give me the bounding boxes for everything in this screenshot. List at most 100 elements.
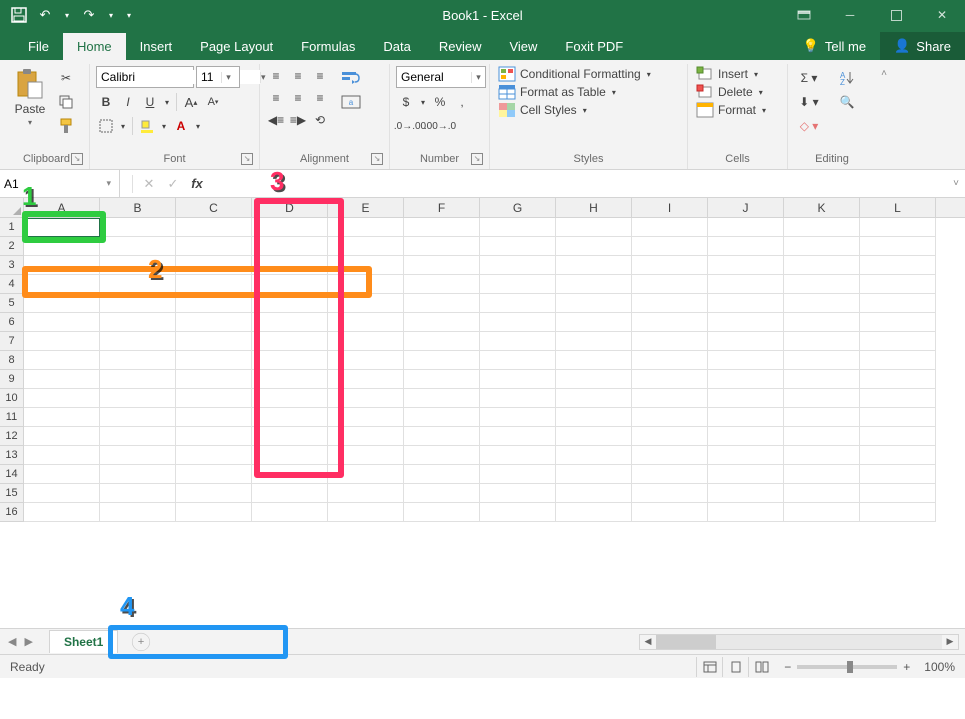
cell[interactable]	[24, 408, 100, 427]
cell[interactable]	[784, 503, 860, 522]
cell[interactable]	[328, 332, 404, 351]
cell[interactable]	[100, 389, 176, 408]
cell[interactable]	[480, 446, 556, 465]
cell[interactable]	[328, 218, 404, 237]
align-left-icon[interactable]: ≡	[266, 88, 286, 108]
cell[interactable]	[404, 237, 480, 256]
cell[interactable]	[404, 370, 480, 389]
alignment-dialog-icon[interactable]	[371, 153, 383, 165]
cell[interactable]	[860, 389, 936, 408]
cell[interactable]	[404, 351, 480, 370]
cell[interactable]	[176, 275, 252, 294]
cell[interactable]	[100, 237, 176, 256]
column-header[interactable]: L	[860, 198, 936, 217]
cell[interactable]	[860, 294, 936, 313]
cell[interactable]	[176, 408, 252, 427]
cell[interactable]	[708, 294, 784, 313]
tab-data[interactable]: Data	[369, 33, 424, 60]
cell[interactable]	[328, 370, 404, 389]
copy-icon[interactable]	[56, 92, 76, 112]
cell[interactable]	[252, 408, 328, 427]
cell[interactable]	[252, 370, 328, 389]
cell[interactable]	[480, 484, 556, 503]
maximize-icon[interactable]	[873, 0, 919, 30]
zoom-out-icon[interactable]: −	[784, 660, 791, 674]
align-top-icon[interactable]: ≡	[266, 66, 286, 86]
cell[interactable]	[176, 237, 252, 256]
cell[interactable]	[24, 275, 100, 294]
cell[interactable]	[632, 484, 708, 503]
cell[interactable]	[480, 503, 556, 522]
align-right-icon[interactable]: ≡	[310, 88, 330, 108]
cell[interactable]	[860, 237, 936, 256]
expand-formula-bar-icon[interactable]: ˅	[947, 178, 965, 189]
cell[interactable]	[24, 218, 100, 237]
cell[interactable]	[708, 237, 784, 256]
cell[interactable]	[632, 256, 708, 275]
tell-me[interactable]: 💡Tell me	[789, 32, 880, 60]
cell[interactable]	[404, 484, 480, 503]
cell[interactable]	[556, 503, 632, 522]
cell[interactable]	[252, 218, 328, 237]
column-header[interactable]: G	[480, 198, 556, 217]
cell[interactable]	[252, 427, 328, 446]
cell[interactable]	[100, 294, 176, 313]
cell[interactable]	[24, 427, 100, 446]
column-header[interactable]: I	[632, 198, 708, 217]
cell[interactable]	[784, 389, 860, 408]
column-header[interactable]: E	[328, 198, 404, 217]
tab-view[interactable]: View	[495, 33, 551, 60]
cell[interactable]	[708, 446, 784, 465]
chevron-down-icon[interactable]: ▾	[471, 72, 485, 83]
cell[interactable]	[556, 294, 632, 313]
cell[interactable]	[632, 427, 708, 446]
cell[interactable]	[328, 503, 404, 522]
cell[interactable]	[252, 294, 328, 313]
fx-icon[interactable]: fx	[185, 172, 209, 196]
cell[interactable]	[404, 446, 480, 465]
zoom-level[interactable]: 100%	[924, 660, 955, 674]
increase-font-icon[interactable]: A▴	[181, 92, 201, 112]
cell[interactable]	[480, 389, 556, 408]
sheet-tab[interactable]: Sheet1	[49, 630, 118, 653]
cell[interactable]	[556, 218, 632, 237]
comma-format-icon[interactable]: ,	[452, 92, 472, 112]
zoom-slider[interactable]	[797, 665, 897, 669]
cell[interactable]	[556, 313, 632, 332]
cell[interactable]	[328, 256, 404, 275]
cell[interactable]	[784, 237, 860, 256]
cell[interactable]	[100, 446, 176, 465]
cell[interactable]	[176, 351, 252, 370]
cell[interactable]	[100, 370, 176, 389]
cell[interactable]	[176, 465, 252, 484]
row-header[interactable]: 4	[0, 275, 24, 294]
cell[interactable]	[480, 237, 556, 256]
cut-icon[interactable]: ✂	[56, 68, 76, 88]
cell[interactable]	[708, 465, 784, 484]
cell[interactable]	[176, 427, 252, 446]
cell[interactable]	[480, 313, 556, 332]
cell[interactable]	[252, 256, 328, 275]
name-box[interactable]: ▾	[0, 170, 120, 197]
formula-input-wrap[interactable]	[217, 175, 947, 193]
cell[interactable]	[632, 389, 708, 408]
sort-filter-icon[interactable]: AZ	[834, 68, 860, 88]
increase-indent-icon[interactable]: ≡▶	[288, 110, 308, 130]
cell[interactable]	[556, 351, 632, 370]
tab-page-layout[interactable]: Page Layout	[186, 33, 287, 60]
cell[interactable]	[784, 218, 860, 237]
cell[interactable]	[860, 275, 936, 294]
cell[interactable]	[404, 503, 480, 522]
page-layout-view-icon[interactable]	[722, 657, 748, 677]
cell[interactable]	[328, 427, 404, 446]
cell[interactable]	[480, 218, 556, 237]
cell[interactable]	[24, 465, 100, 484]
cell[interactable]	[176, 294, 252, 313]
cell[interactable]	[100, 351, 176, 370]
cell[interactable]	[100, 332, 176, 351]
cell[interactable]	[632, 465, 708, 484]
wrap-text-icon[interactable]	[338, 68, 364, 88]
cell[interactable]	[632, 218, 708, 237]
cell[interactable]	[24, 484, 100, 503]
row-header[interactable]: 13	[0, 446, 24, 465]
